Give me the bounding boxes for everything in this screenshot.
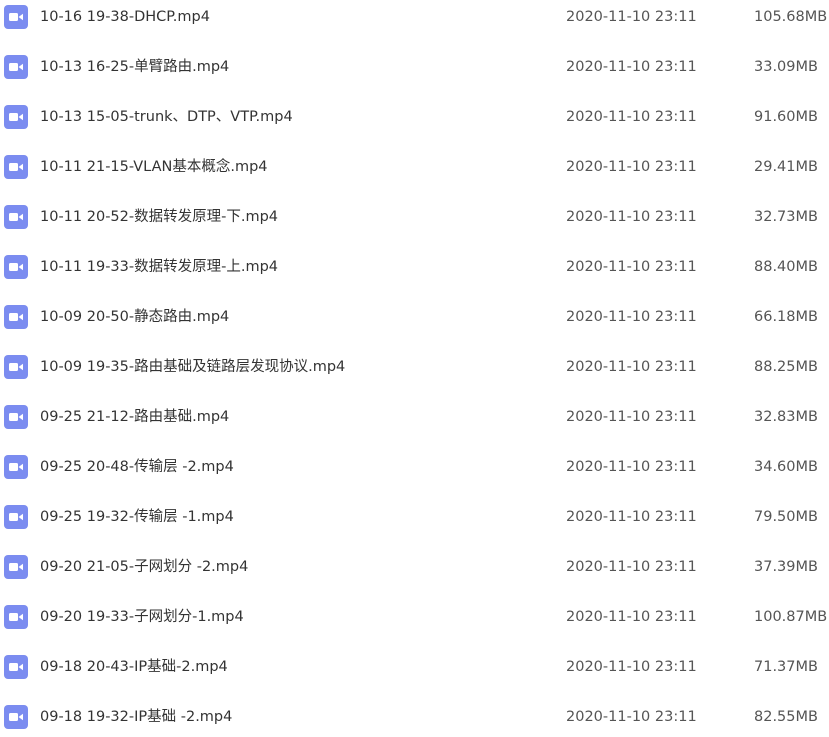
file-modified-date: 2020-11-10 23:11 <box>566 309 697 325</box>
file-name[interactable]: 10-16 19-38-DHCP.mp4 <box>40 0 210 42</box>
video-file-icon <box>4 105 28 129</box>
file-modified-date: 2020-11-10 23:11 <box>566 559 697 575</box>
file-modified-date: 2020-11-10 23:11 <box>566 209 697 225</box>
file-name[interactable]: 09-20 21-05-子网划分 -2.mp4 <box>40 542 248 592</box>
file-name[interactable]: 10-09 19-35-路由基础及链路层发现协议.mp4 <box>40 342 345 392</box>
file-row[interactable]: 10-16 19-38-DHCP.mp4 2020-11-10 23:11 105.… <box>0 0 829 42</box>
file-size: 32.73MB <box>754 209 818 225</box>
file-list: 10-16 19-38-DHCP.mp4 2020-11-10 23:11 105.… <box>0 0 829 737</box>
file-name[interactable]: 09-25 20-48-传输层 -2.mp4 <box>40 442 234 492</box>
file-size: 82.55MB <box>754 709 818 725</box>
video-file-icon <box>4 405 28 429</box>
file-name[interactable]: 09-20 19-33-子网划分-1.mp4 <box>40 592 244 642</box>
file-size: 88.40MB <box>754 259 818 275</box>
file-name[interactable]: 09-25 19-32-传输层 -1.mp4 <box>40 492 234 542</box>
file-modified-date: 2020-11-10 23:11 <box>566 509 697 525</box>
file-size: 105.68MB <box>754 9 828 25</box>
video-file-icon <box>4 305 28 329</box>
file-row[interactable]: 09-18 20-43-IP基础-2.mp4 2020-11-10 23:11 71… <box>0 642 829 692</box>
file-row[interactable]: 10-09 19-35-路由基础及链路层发现协议.mp4 2020-11-10 2… <box>0 342 829 392</box>
file-row[interactable]: 10-13 15-05-trunk、DTP、VTP.mp4 2020-11-10 … <box>0 92 829 142</box>
video-file-icon <box>4 605 28 629</box>
video-file-icon <box>4 505 28 529</box>
file-size: 100.87MB <box>754 609 828 625</box>
file-name[interactable]: 10-09 20-50-静态路由.mp4 <box>40 292 229 342</box>
file-size: 71.37MB <box>754 659 818 675</box>
file-name[interactable]: 10-11 19-33-数据转发原理-上.mp4 <box>40 242 278 292</box>
file-modified-date: 2020-11-10 23:11 <box>566 259 697 275</box>
file-size: 37.39MB <box>754 559 818 575</box>
file-row[interactable]: 09-20 21-05-子网划分 -2.mp4 2020-11-10 23:11 3… <box>0 542 829 592</box>
video-file-icon <box>4 705 28 729</box>
file-row[interactable]: 09-18 19-32-IP基础 -2.mp4 2020-11-10 23:11 8… <box>0 692 829 737</box>
video-file-icon <box>4 255 28 279</box>
file-name[interactable]: 09-25 21-12-路由基础.mp4 <box>40 392 229 442</box>
file-modified-date: 2020-11-10 23:11 <box>566 59 697 75</box>
file-modified-date: 2020-11-10 23:11 <box>566 659 697 675</box>
file-size: 33.09MB <box>754 59 818 75</box>
file-row[interactable]: 10-11 19-33-数据转发原理-上.mp4 2020-11-10 23:11… <box>0 242 829 292</box>
file-row[interactable]: 10-11 20-52-数据转发原理-下.mp4 2020-11-10 23:11… <box>0 192 829 242</box>
file-name[interactable]: 10-11 20-52-数据转发原理-下.mp4 <box>40 192 278 242</box>
file-size: 88.25MB <box>754 359 818 375</box>
video-file-icon <box>4 455 28 479</box>
file-row[interactable]: 10-09 20-50-静态路由.mp4 2020-11-10 23:11 66.1… <box>0 292 829 342</box>
file-name[interactable]: 09-18 19-32-IP基础 -2.mp4 <box>40 692 232 737</box>
file-row[interactable]: 10-13 16-25-单臂路由.mp4 2020-11-10 23:11 33.0… <box>0 42 829 92</box>
file-row[interactable]: 09-25 19-32-传输层 -1.mp4 2020-11-10 23:11 79… <box>0 492 829 542</box>
file-size: 66.18MB <box>754 309 818 325</box>
file-size: 91.60MB <box>754 109 818 125</box>
video-file-icon <box>4 55 28 79</box>
file-name[interactable]: 10-11 21-15-VLAN基本概念.mp4 <box>40 142 268 192</box>
file-size: 32.83MB <box>754 409 818 425</box>
file-name[interactable]: 10-13 15-05-trunk、DTP、VTP.mp4 <box>40 92 293 142</box>
file-modified-date: 2020-11-10 23:11 <box>566 709 697 725</box>
file-name[interactable]: 09-18 20-43-IP基础-2.mp4 <box>40 642 228 692</box>
file-modified-date: 2020-11-10 23:11 <box>566 409 697 425</box>
file-size: 29.41MB <box>754 159 818 175</box>
file-row[interactable]: 09-25 21-12-路由基础.mp4 2020-11-10 23:11 32.8… <box>0 392 829 442</box>
file-modified-date: 2020-11-10 23:11 <box>566 159 697 175</box>
video-file-icon <box>4 655 28 679</box>
file-modified-date: 2020-11-10 23:11 <box>566 9 697 25</box>
video-file-icon <box>4 555 28 579</box>
video-file-icon <box>4 205 28 229</box>
file-row[interactable]: 09-20 19-33-子网划分-1.mp4 2020-11-10 23:11 10… <box>0 592 829 642</box>
video-file-icon <box>4 355 28 379</box>
file-row[interactable]: 09-25 20-48-传输层 -2.mp4 2020-11-10 23:11 34… <box>0 442 829 492</box>
file-modified-date: 2020-11-10 23:11 <box>566 109 697 125</box>
file-size: 79.50MB <box>754 509 818 525</box>
file-modified-date: 2020-11-10 23:11 <box>566 609 697 625</box>
file-modified-date: 2020-11-10 23:11 <box>566 459 697 475</box>
video-file-icon <box>4 5 28 29</box>
file-modified-date: 2020-11-10 23:11 <box>566 359 697 375</box>
video-file-icon <box>4 155 28 179</box>
file-size: 34.60MB <box>754 459 818 475</box>
file-row[interactable]: 10-11 21-15-VLAN基本概念.mp4 2020-11-10 23:11… <box>0 142 829 192</box>
file-name[interactable]: 10-13 16-25-单臂路由.mp4 <box>40 42 229 92</box>
